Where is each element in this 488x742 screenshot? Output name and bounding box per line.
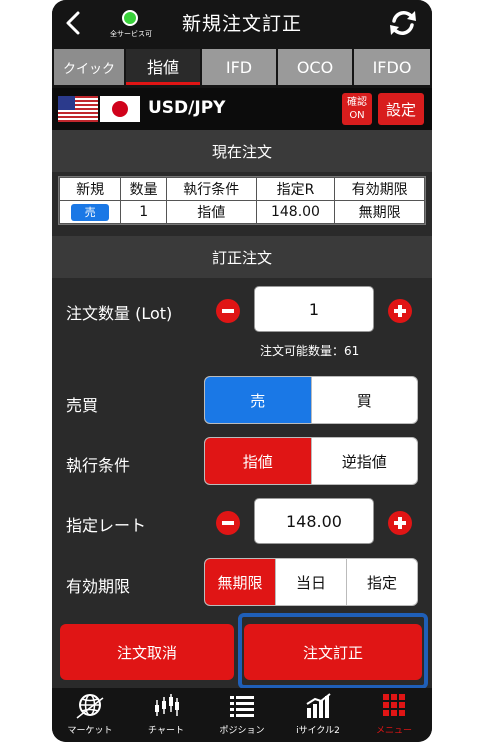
column-header: 新規	[58, 177, 122, 201]
column-header: 指定R	[255, 177, 336, 201]
tab-ifdo[interactable]: IFDO	[354, 49, 430, 85]
expiry-cell: 無期限	[334, 200, 425, 224]
column-header: 数量	[120, 177, 167, 201]
quantity-label: 注文数量 (Lot)	[66, 304, 173, 323]
nav-market[interactable]: マーケット	[52, 688, 128, 742]
available-quantity-text: 注文可能数量：61	[260, 344, 360, 358]
nav-position[interactable]: ポジション	[204, 688, 280, 742]
tab-ifd[interactable]: IFD	[202, 49, 276, 85]
bottom-nav: マーケット チャート ポジション iサイクル2 メニュー	[52, 688, 432, 742]
rate-minus-icon[interactable]	[216, 511, 240, 535]
tab-limit[interactable]: 指値	[126, 49, 200, 85]
amend-order-button[interactable]: 注文訂正	[244, 624, 422, 680]
nav-label: マーケット	[67, 726, 113, 736]
nav-chart[interactable]: チャート	[128, 688, 204, 742]
nav-label: ポジション	[219, 726, 265, 736]
expiry-label: 有効期限	[66, 577, 131, 596]
condition-label: 執行条件	[66, 456, 131, 475]
table-header-row: 新規 数量 執行条件 指定R 有効期限	[58, 177, 425, 201]
side-label: 売買	[66, 396, 99, 415]
side-option-buy[interactable]: 買	[310, 377, 418, 423]
tab-quick[interactable]: クイック	[54, 49, 124, 85]
expiry-option-specify[interactable]: 指定	[346, 559, 417, 605]
page-title: 新規注文訂正	[181, 13, 302, 35]
nav-label: チャート	[148, 726, 184, 736]
column-header: 執行条件	[165, 177, 257, 201]
expiry-option-indefinite[interactable]: 無期限	[205, 559, 275, 605]
refresh-icon[interactable]	[386, 7, 420, 39]
japan-flag-icon	[100, 96, 140, 122]
rate-label: 指定レート	[66, 516, 147, 535]
expiry-option-today[interactable]: 当日	[275, 559, 346, 605]
globe-icon	[76, 694, 104, 719]
nav-label: iサイクル2	[296, 726, 340, 736]
bar-chart-icon	[306, 693, 331, 718]
nav-icycle2[interactable]: iサイクル2	[280, 688, 356, 742]
tab-oco[interactable]: OCO	[278, 49, 352, 85]
us-flag-icon	[58, 96, 98, 122]
nav-menu[interactable]: メニュー	[356, 688, 432, 742]
candlestick-icon	[155, 694, 179, 716]
list-icon	[230, 696, 254, 717]
condition-selector: 指値 逆指値	[204, 437, 418, 485]
order-type-tabs: クイック 指値 IFD OCO IFDO	[52, 46, 432, 88]
condition-option-stop[interactable]: 逆指値	[310, 438, 418, 484]
nav-label: メニュー	[375, 726, 412, 736]
expiry-selector: 無期限 当日 指定	[204, 558, 418, 606]
currency-pair-label: USD/JPY	[148, 98, 226, 118]
quantity-input[interactable]: 1	[254, 286, 374, 332]
top-bar: 全サービス可 新規注文訂正	[52, 0, 432, 46]
rate-cell: 148.00	[255, 200, 336, 224]
grid-menu-icon	[383, 694, 405, 716]
side-selector: 売 買	[204, 376, 418, 424]
amend-form: 注文数量 (Lot) 1 注文可能数量：61 売買 売 買 執行条件 指値 逆指…	[52, 278, 432, 618]
confirm-toggle-button[interactable]: 確認 ON	[342, 93, 372, 125]
quantity-plus-icon[interactable]	[388, 299, 412, 323]
sell-badge: 売	[71, 203, 110, 221]
condition-option-limit[interactable]: 指値	[205, 438, 311, 484]
condition-cell: 指値	[165, 200, 257, 224]
side-option-sell[interactable]: 売	[205, 377, 311, 423]
quantity-cell: 1	[120, 200, 167, 224]
table-row: 売 1 指値 148.00 無期限	[58, 200, 425, 224]
cancel-order-button[interactable]: 注文取消	[60, 624, 234, 680]
current-order-header: 現在注文	[52, 130, 432, 172]
amend-order-header: 訂正注文	[52, 236, 432, 278]
action-area: 注文取消 注文訂正	[52, 613, 432, 689]
settings-button[interactable]: 設定	[378, 93, 424, 125]
quantity-minus-icon[interactable]	[216, 299, 240, 323]
rate-plus-icon[interactable]	[388, 511, 412, 535]
confirm-state: ON	[349, 110, 365, 121]
side-cell: 売	[58, 200, 122, 224]
phone-screen: 全サービス可 新規注文訂正 クイック 指値 IFD OCO IFDO USD/J…	[52, 0, 432, 742]
current-order-table: 新規 数量 執行条件 指定R 有効期限 売 1 指値 148.00 無期限	[58, 176, 426, 225]
column-header: 有効期限	[334, 177, 425, 201]
rate-input[interactable]: 148.00	[254, 498, 374, 544]
currency-pair-bar: USD/JPY 確認 ON 設定	[52, 88, 432, 130]
confirm-label: 確認	[347, 97, 367, 108]
